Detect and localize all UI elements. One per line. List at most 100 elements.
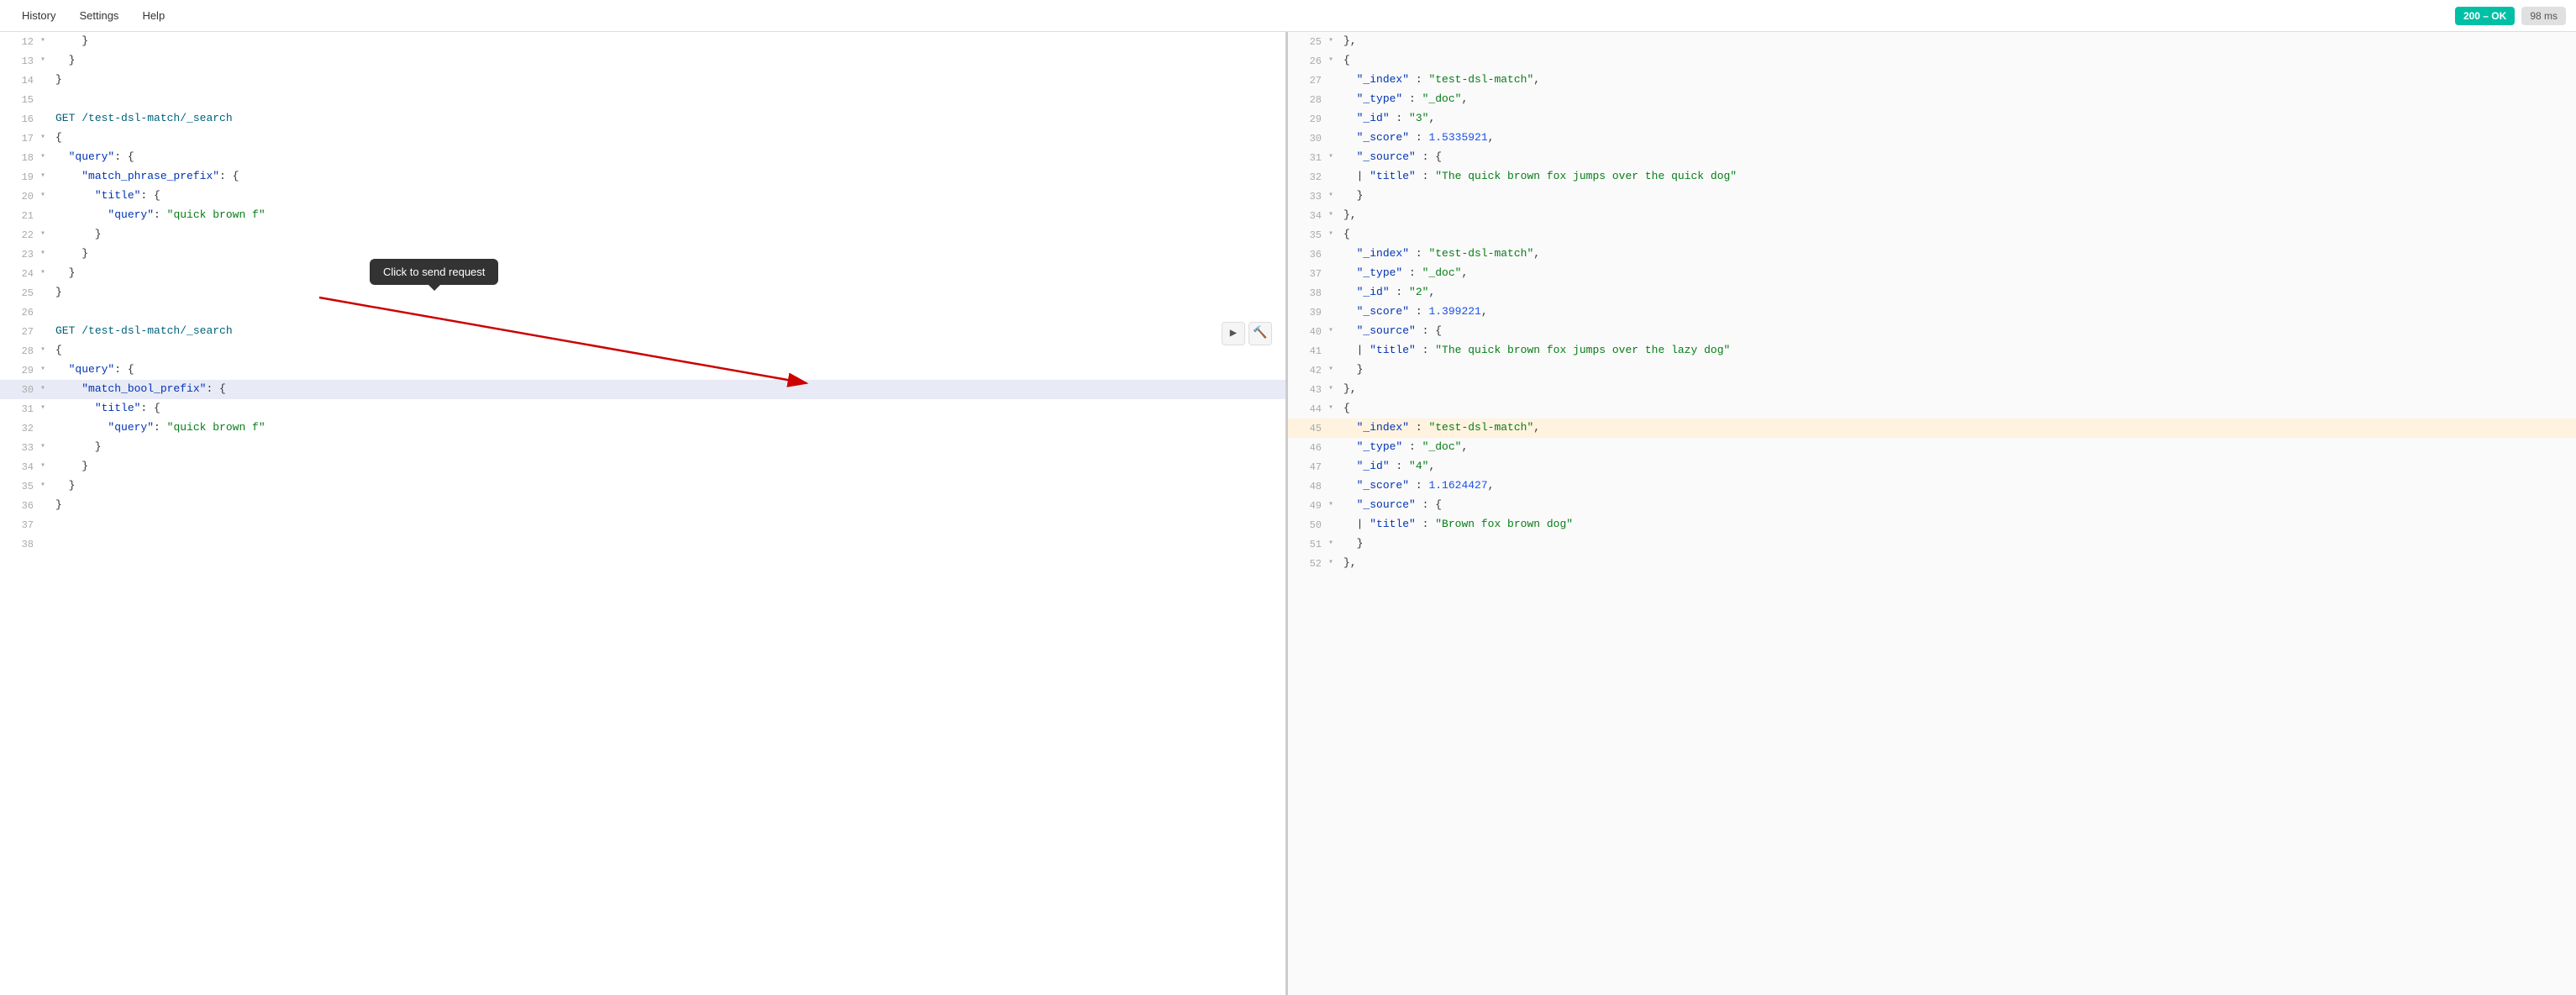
line-content-35: } bbox=[52, 476, 1285, 495]
code-line-13: 13 ▾ } bbox=[0, 51, 1285, 71]
resp-content-37: "_type" : "_doc", bbox=[1340, 264, 2576, 282]
resp-fold-42[interactable]: ▾ bbox=[1328, 361, 1340, 379]
settings-btn[interactable]: 🔨 bbox=[1249, 322, 1272, 345]
line-content-16: GET /test-dsl-match/_search bbox=[52, 109, 1285, 128]
resp-content-44: { bbox=[1340, 399, 2576, 418]
resp-line-32: 32 | "title" : "The quick brown fox jump… bbox=[1288, 167, 2576, 187]
resp-line-52: 52 ▾ }, bbox=[1288, 554, 2576, 573]
resp-line-42: 42 ▾ } bbox=[1288, 361, 2576, 380]
resp-num-48: 48 bbox=[1288, 476, 1328, 496]
resp-line-41: 41 | "title" : "The quick brown fox jump… bbox=[1288, 341, 2576, 361]
resp-num-27: 27 bbox=[1288, 71, 1328, 90]
run-button[interactable]: ▶ bbox=[1222, 322, 1245, 345]
fold-33[interactable]: ▾ bbox=[40, 438, 52, 456]
resp-num-31: 31 bbox=[1288, 148, 1328, 167]
line-content-17: { bbox=[52, 129, 1285, 147]
fold-18[interactable]: ▾ bbox=[40, 148, 52, 166]
resp-fold-51[interactable]: ▾ bbox=[1328, 534, 1340, 553]
fold-31[interactable]: ▾ bbox=[40, 399, 52, 418]
line-content-32: "query": "quick brown f" bbox=[52, 419, 1285, 437]
editor-code-area[interactable]: 12 ▾ } 13 ▾ } 14 } 15 16 bbox=[0, 32, 1285, 995]
resp-content-43: }, bbox=[1340, 380, 2576, 398]
line-content-21: "query": "quick brown f" bbox=[52, 206, 1285, 224]
fold-35[interactable]: ▾ bbox=[40, 476, 52, 495]
resp-line-39: 39 "_score" : 1.399221, bbox=[1288, 303, 2576, 322]
resp-line-26: 26 ▾ { bbox=[1288, 51, 2576, 71]
resp-num-41: 41 bbox=[1288, 341, 1328, 361]
resp-num-34: 34 bbox=[1288, 206, 1328, 225]
line-content-25: } bbox=[52, 283, 1285, 302]
line-num-16: 16 bbox=[0, 109, 40, 129]
resp-num-39: 39 bbox=[1288, 303, 1328, 322]
line-num-23: 23 bbox=[0, 245, 40, 264]
response-code-area[interactable]: 25 ▾ }, 26 ▾ { 27 "_index" : "test-dsl-m… bbox=[1288, 32, 2576, 995]
line-content-34: } bbox=[52, 457, 1285, 476]
menu-settings[interactable]: Settings bbox=[67, 4, 130, 27]
resp-num-42: 42 bbox=[1288, 361, 1328, 380]
fold-24[interactable]: ▾ bbox=[40, 264, 52, 282]
line-num-26: 26 bbox=[0, 303, 40, 322]
fold-20[interactable]: ▾ bbox=[40, 187, 52, 205]
line-num-33: 33 bbox=[0, 438, 40, 457]
code-line-35: 35 ▾ } bbox=[0, 476, 1285, 496]
resp-fold-43[interactable]: ▾ bbox=[1328, 380, 1340, 398]
resp-fold-52[interactable]: ▾ bbox=[1328, 554, 1340, 572]
code-line-21: 21 "query": "quick brown f" bbox=[0, 206, 1285, 225]
resp-fold-34[interactable]: ▾ bbox=[1328, 206, 1340, 224]
resp-content-35: { bbox=[1340, 225, 2576, 244]
resp-num-29: 29 bbox=[1288, 109, 1328, 129]
resp-line-34: 34 ▾ }, bbox=[1288, 206, 2576, 225]
line-content-22: } bbox=[52, 225, 1285, 244]
line-num-13: 13 bbox=[0, 51, 40, 71]
resp-content-28: "_type" : "_doc", bbox=[1340, 90, 2576, 108]
fold-23[interactable]: ▾ bbox=[40, 245, 52, 263]
resp-num-51: 51 bbox=[1288, 534, 1328, 554]
fold-13[interactable]: ▾ bbox=[40, 51, 52, 70]
resp-line-46: 46 "_type" : "_doc", bbox=[1288, 438, 2576, 457]
resp-fold-33[interactable]: ▾ bbox=[1328, 187, 1340, 205]
fold-34[interactable]: ▾ bbox=[40, 457, 52, 476]
resp-fold-44[interactable]: ▾ bbox=[1328, 399, 1340, 418]
fold-28[interactable]: ▾ bbox=[40, 341, 52, 360]
menu-help[interactable]: Help bbox=[130, 4, 176, 27]
code-line-15: 15 bbox=[0, 90, 1285, 109]
resp-num-32: 32 bbox=[1288, 167, 1328, 187]
code-line-32: 32 "query": "quick brown f" bbox=[0, 419, 1285, 438]
resp-content-45: "_index" : "test-dsl-match", bbox=[1340, 419, 2576, 437]
code-line-26: 26 bbox=[0, 303, 1285, 322]
resp-fold-49[interactable]: ▾ bbox=[1328, 496, 1340, 514]
fold-12[interactable]: ▾ bbox=[40, 32, 52, 50]
status-ok-label: 200 – OK bbox=[2455, 7, 2515, 25]
code-line-29: 29 ▾ "query": { bbox=[0, 361, 1285, 380]
resp-fold-31[interactable]: ▾ bbox=[1328, 148, 1340, 166]
code-line-38: 38 bbox=[0, 534, 1285, 554]
resp-line-45: 45 "_index" : "test-dsl-match", bbox=[1288, 419, 2576, 438]
resp-fold-26[interactable]: ▾ bbox=[1328, 51, 1340, 70]
code-line-36: 36 } bbox=[0, 496, 1285, 515]
code-line-33: 33 ▾ } bbox=[0, 438, 1285, 457]
line-num-30: 30 bbox=[0, 380, 40, 399]
code-line-31: 31 ▾ "title": { bbox=[0, 399, 1285, 419]
fold-17[interactable]: ▾ bbox=[40, 129, 52, 147]
resp-content-52: }, bbox=[1340, 554, 2576, 572]
resp-fold-35[interactable]: ▾ bbox=[1328, 225, 1340, 244]
line-content-31: "title": { bbox=[52, 399, 1285, 418]
resp-line-30: 30 "_score" : 1.5335921, bbox=[1288, 129, 2576, 148]
line-num-29: 29 bbox=[0, 361, 40, 380]
menu-history[interactable]: History bbox=[10, 4, 67, 27]
tooltip-box: Click to send request bbox=[370, 259, 498, 285]
resp-num-25: 25 bbox=[1288, 32, 1328, 51]
fold-22[interactable]: ▾ bbox=[40, 225, 52, 244]
resp-content-49: "_source" : { bbox=[1340, 496, 2576, 514]
fold-29[interactable]: ▾ bbox=[40, 361, 52, 379]
line-content-27: GET /test-dsl-match/_search bbox=[52, 322, 1285, 340]
resp-content-33: } bbox=[1340, 187, 2576, 205]
line-content-12: } bbox=[52, 32, 1285, 50]
resp-fold-40[interactable]: ▾ bbox=[1328, 322, 1340, 340]
line-content-18: "query": { bbox=[52, 148, 1285, 166]
fold-19[interactable]: ▾ bbox=[40, 167, 52, 186]
fold-30[interactable]: ▾ bbox=[40, 380, 52, 398]
resp-num-46: 46 bbox=[1288, 438, 1328, 457]
resp-fold-25[interactable]: ▾ bbox=[1328, 32, 1340, 50]
line-num-22: 22 bbox=[0, 225, 40, 245]
